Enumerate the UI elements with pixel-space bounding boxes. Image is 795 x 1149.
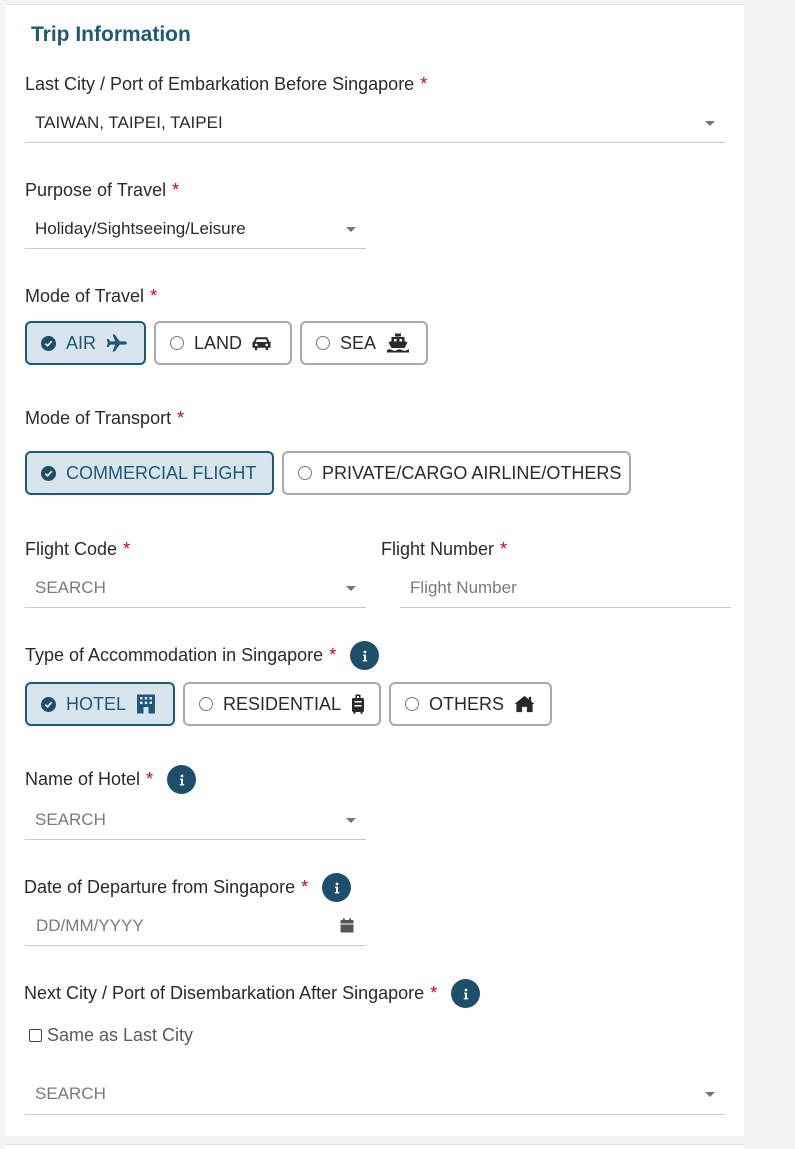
ship-icon xyxy=(386,333,410,353)
mode-air-option[interactable]: AIR xyxy=(25,321,146,365)
info-icon[interactable] xyxy=(350,641,380,670)
departure-date-label-text: Date of Departure from Singapore xyxy=(24,877,296,897)
purpose-label-text: Purpose of Travel xyxy=(25,180,167,200)
chevron-down-icon xyxy=(346,226,356,232)
radio-empty-icon xyxy=(316,336,330,350)
mode-of-travel-label: Mode of Travel * xyxy=(25,286,157,307)
check-circle-icon xyxy=(41,465,56,481)
required-mark: * xyxy=(177,408,185,428)
home-icon xyxy=(514,695,535,713)
check-circle-icon xyxy=(41,335,56,351)
departure-date-placeholder: DD/MM/YYYY xyxy=(36,915,144,935)
suitcase-icon xyxy=(351,694,365,714)
required-mark: * xyxy=(420,74,428,94)
info-icon[interactable] xyxy=(451,979,481,1008)
flight-number-input[interactable]: Flight Number xyxy=(400,568,731,608)
car-icon xyxy=(252,335,271,351)
last-city-label: Last City / Port of Embarkation Before S… xyxy=(25,74,427,95)
hotel-name-placeholder: SEARCH xyxy=(35,809,106,829)
transport-private-cargo-option[interactable]: PRIVATE/CARGO AIRLINE/OTHERS xyxy=(282,451,631,495)
radio-empty-icon xyxy=(405,697,419,711)
flight-number-label: Flight Number * xyxy=(381,539,507,560)
accommodation-hotel-label: HOTEL xyxy=(66,693,127,714)
same-as-last-city-checkbox[interactable]: Same as Last City xyxy=(29,1025,193,1046)
last-city-value: TAIWAN, TAIPEI, TAIPEI xyxy=(35,112,223,132)
hotel-name-label: Name of Hotel * xyxy=(25,765,197,794)
radio-empty-icon xyxy=(170,336,184,350)
radio-empty-icon xyxy=(199,697,213,711)
mode-land-label: LAND xyxy=(194,332,243,353)
last-city-label-text: Last City / Port of Embarkation Before S… xyxy=(25,74,415,94)
info-icon[interactable] xyxy=(167,765,197,794)
required-mark: * xyxy=(146,769,154,789)
next-city-label-text: Next City / Port of Disembarkation After… xyxy=(24,983,425,1003)
next-city-label: Next City / Port of Disembarkation After… xyxy=(24,979,481,1008)
mode-of-transport-label-text: Mode of Transport xyxy=(25,408,172,428)
accommodation-label: Type of Accommodation in Singapore * xyxy=(25,641,380,670)
transport-commercial-flight-label: COMMERCIAL FLIGHT xyxy=(66,462,257,483)
accommodation-hotel-option[interactable]: HOTEL xyxy=(25,682,175,726)
chevron-down-icon xyxy=(705,1091,715,1097)
check-circle-icon xyxy=(41,696,56,712)
required-mark: * xyxy=(150,286,158,306)
flight-number-placeholder: Flight Number xyxy=(410,577,517,597)
section-title: Trip Information xyxy=(31,23,191,46)
mode-air-label: AIR xyxy=(66,332,97,353)
required-mark: * xyxy=(329,645,337,665)
next-city-placeholder: SEARCH xyxy=(35,1083,106,1103)
required-mark: * xyxy=(123,539,131,559)
hotel-name-select[interactable]: SEARCH xyxy=(25,800,366,840)
trip-information-card: Trip Information Last City / Port of Emb… xyxy=(6,4,744,1136)
flight-code-label: Flight Code * xyxy=(25,539,130,560)
chevron-down-icon xyxy=(705,120,715,126)
mode-of-travel-label-text: Mode of Travel xyxy=(25,286,145,306)
accommodation-residential-label: RESIDENTIAL xyxy=(223,693,342,714)
mode-sea-label: SEA xyxy=(340,332,377,353)
mode-land-option[interactable]: LAND xyxy=(154,321,292,365)
building-icon xyxy=(136,694,156,714)
mode-sea-option[interactable]: SEA xyxy=(300,321,428,365)
info-icon[interactable] xyxy=(322,873,352,902)
departure-date-label: Date of Departure from Singapore * xyxy=(24,873,352,902)
chevron-down-icon xyxy=(346,585,356,591)
same-as-last-city-label: Same as Last City xyxy=(47,1025,194,1045)
chevron-down-icon xyxy=(346,817,356,823)
accommodation-others-label: OTHERS xyxy=(429,693,505,714)
accommodation-others-option[interactable]: OTHERS xyxy=(389,682,552,726)
flight-number-label-text: Flight Number xyxy=(381,539,495,559)
next-city-select[interactable]: SEARCH xyxy=(25,1073,725,1115)
transport-private-cargo-label: PRIVATE/CARGO AIRLINE/OTHERS xyxy=(322,462,622,483)
flight-code-placeholder: SEARCH xyxy=(35,577,106,597)
accommodation-residential-option[interactable]: RESIDENTIAL xyxy=(183,682,381,726)
last-city-select[interactable]: TAIWAN, TAIPEI, TAIPEI xyxy=(25,103,725,143)
flight-code-label-text: Flight Code xyxy=(25,539,118,559)
flight-code-select[interactable]: SEARCH xyxy=(25,568,366,608)
radio-empty-icon xyxy=(298,466,312,480)
hotel-name-label-text: Name of Hotel xyxy=(25,769,141,789)
required-mark: * xyxy=(301,877,309,897)
accommodation-label-text: Type of Accommodation in Singapore xyxy=(25,645,324,665)
required-mark: * xyxy=(172,180,180,200)
purpose-select[interactable]: Holiday/Sightseeing/Leisure xyxy=(25,209,366,249)
next-card-edge xyxy=(6,1144,744,1149)
checkbox-box[interactable] xyxy=(29,1029,42,1042)
required-mark: * xyxy=(500,539,508,559)
mode-of-transport-label: Mode of Transport * xyxy=(25,408,184,429)
departure-date-input[interactable]: DD/MM/YYYY xyxy=(25,906,366,946)
purpose-label: Purpose of Travel * xyxy=(25,180,179,201)
calendar-icon[interactable] xyxy=(340,918,354,938)
required-mark: * xyxy=(430,983,438,1003)
purpose-value: Holiday/Sightseeing/Leisure xyxy=(35,218,246,238)
plane-icon xyxy=(106,334,128,352)
transport-commercial-flight-option[interactable]: COMMERCIAL FLIGHT xyxy=(25,451,274,495)
